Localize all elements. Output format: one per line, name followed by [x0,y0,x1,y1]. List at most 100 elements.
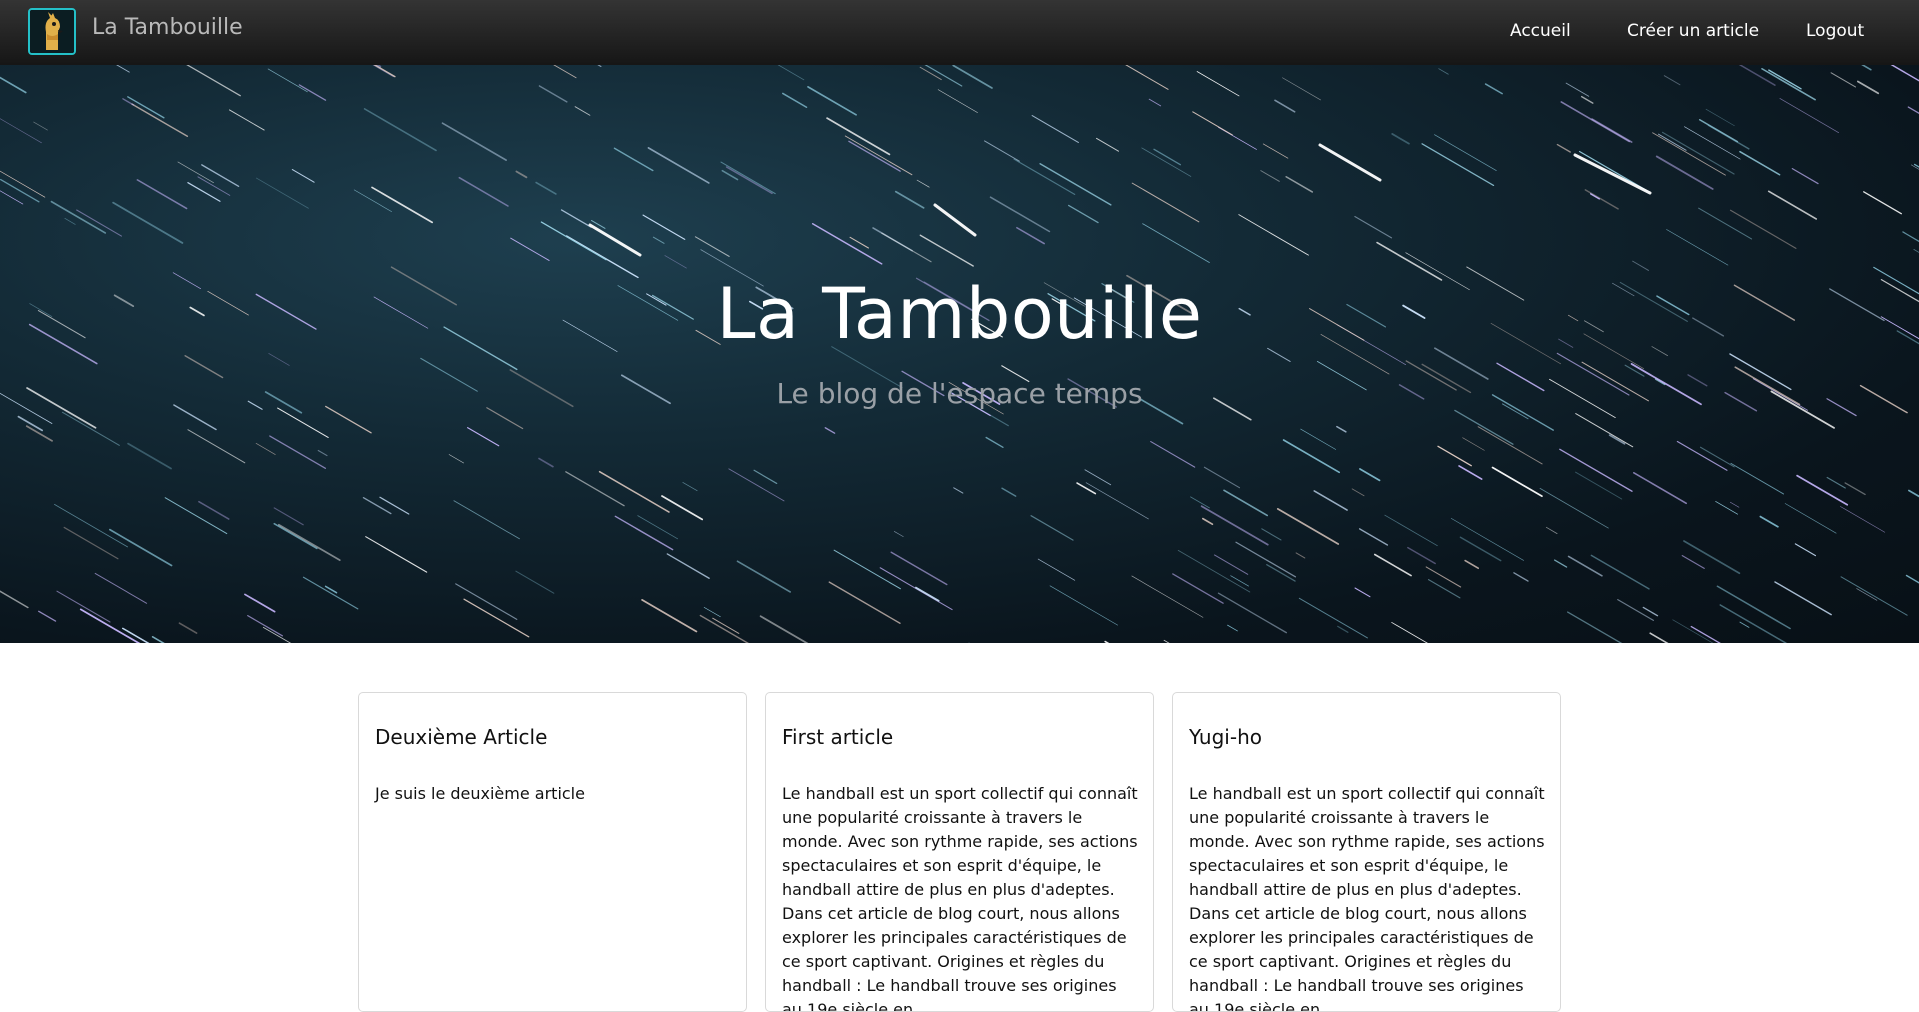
star-trail [176,65,240,96]
star-trail [1239,215,1309,256]
star-trail [1282,78,1320,100]
nav-link-logout[interactable]: Logout [1806,21,1864,41]
star-trail [1204,467,1239,487]
star-trail [443,123,507,160]
star-trail [1132,183,1199,222]
star-trail [1659,134,1687,150]
star-trail [199,502,229,519]
star-trail [1716,501,1738,514]
star-trail [683,482,697,490]
star-trail [539,459,553,467]
star-trail [39,611,56,621]
star-trail [245,594,275,611]
star-trail [1575,155,1650,193]
article-excerpt: Le handball est un sport collectif qui c… [1189,782,1548,1012]
star-trail [180,623,197,633]
star-trail [178,162,214,183]
star-trail [326,406,371,432]
star-trail [783,93,807,107]
star-trail [761,616,821,643]
star-trail [727,167,772,193]
star-trail [1031,516,1073,540]
star-trail [202,165,239,186]
nav-link-accueil[interactable]: Accueil [1510,21,1571,41]
llama-logo-icon[interactable] [28,8,76,55]
star-trail [318,450,327,455]
star-trail [1355,588,1370,597]
star-trail [1718,65,1775,85]
article-title[interactable]: First article [782,725,893,749]
star-trail [1224,490,1267,515]
star-trail [363,498,390,514]
star-trail [128,97,164,118]
star-trail [1142,148,1191,176]
star-trail [1069,205,1098,222]
star-trail [938,90,977,113]
star-trail [1845,483,1865,495]
star-trail [1731,463,1784,494]
star-trail [1591,555,1649,589]
star-trail [1795,544,1815,556]
star-trail [110,530,172,566]
star-trail [1086,483,1148,519]
star-trail [986,438,1003,448]
star-trail [1792,169,1818,184]
star-trail [1132,576,1203,617]
star-trail [1032,116,1078,143]
article-title[interactable]: Deuxième Article [375,725,547,749]
star-trail [511,238,549,260]
star-trail [1438,446,1471,465]
star-trail [1286,177,1312,192]
star-trail [1546,527,1557,533]
star-trail [1038,559,1075,580]
star-trail [1040,164,1111,205]
star-trail [1914,249,1919,260]
article-title[interactable]: Yugi-ho [1189,725,1262,749]
star-trail [1858,81,1878,93]
star-trail [1050,586,1118,625]
star-trail [248,616,283,636]
star-trail [303,577,357,609]
star-trail [1149,99,1161,106]
star-trail [1231,576,1249,586]
star-trail [1706,109,1734,126]
star-trail [1408,548,1435,564]
article-card[interactable]: Deuxième Article Je suis le deuxième art… [358,692,747,1012]
star-trail [279,525,340,560]
star-trail [1227,625,1237,631]
star-trail [721,162,775,194]
article-card[interactable]: First article Le handball est un sport c… [765,692,1154,1012]
brand-name-link[interactable]: La Tambouille [92,15,243,40]
star-trail [1684,127,1740,159]
star-trail [1540,488,1608,528]
star-trail [1868,65,1919,85]
star-trail [1314,491,1347,510]
star-trail [57,591,110,622]
star-trail [1299,598,1367,638]
star-trail [1717,586,1790,628]
star-trail [638,516,678,539]
nav-link-creer-article[interactable]: Créer un article [1627,21,1759,41]
hero-title: La Tambouille [0,273,1919,355]
star-trail [648,148,708,183]
star-trail [845,136,912,175]
star-trail [738,561,791,592]
star-trail [1486,84,1503,94]
star-trail [65,218,75,224]
star-trail [268,69,307,92]
star-trail [1493,467,1542,496]
star-trail [64,527,118,558]
star-trail [299,85,325,100]
star-trail [588,65,601,67]
star-trail [575,107,590,116]
star-trail [891,552,947,584]
hero-subtitle: Le blog de l'espace temps [0,377,1919,410]
star-trail [808,87,856,115]
star-trail [614,148,652,170]
star-trail [1769,191,1816,219]
star-trail [1684,541,1740,573]
star-trail [188,183,220,202]
star-trail [539,86,566,102]
star-trail [1576,414,1633,447]
article-card[interactable]: Yugi-ho Le handball est un sport collect… [1172,692,1561,1012]
